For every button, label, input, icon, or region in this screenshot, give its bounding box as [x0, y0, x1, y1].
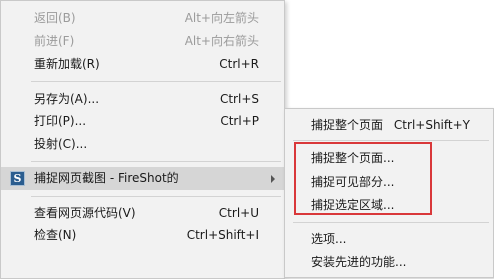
fireshot-submenu: 捕捉整个页面 Ctrl+Shift+Y 捕捉整个页面... 捕捉可见部分... … — [284, 108, 494, 278]
menu-item-inspect[interactable]: 检查(N) Ctrl+Shift+I — [1, 224, 284, 247]
context-menu: 返回(B) Alt+向左箭头 前进(F) Alt+向右箭头 重新加载(R) Ct… — [0, 0, 285, 279]
back-shortcut: Alt+向左箭头 — [184, 11, 259, 25]
reload-label: 重新加载(R) — [34, 57, 100, 71]
print-shortcut: Ctrl+P — [220, 114, 259, 128]
annotation-highlight-box — [294, 142, 432, 215]
forward-label: 前进(F) — [34, 34, 75, 48]
save-as-label: 另存为(A)... — [34, 92, 100, 106]
submenu-arrow-icon — [271, 175, 275, 183]
view-source-label: 查看网页源代码(V) — [34, 206, 136, 220]
menu-item-view-source[interactable]: 查看网页源代码(V) Ctrl+U — [1, 202, 284, 225]
submenu-item-capture-full[interactable]: 捕捉整个页面 Ctrl+Shift+Y — [285, 114, 493, 137]
save-as-shortcut: Ctrl+S — [219, 92, 259, 106]
menu-separator — [31, 81, 281, 82]
inspect-label: 检查(N) — [34, 228, 77, 242]
inspect-shortcut: Ctrl+Shift+I — [186, 228, 259, 242]
menu-separator — [293, 140, 489, 141]
back-label: 返回(B) — [34, 11, 76, 25]
capture-full-label: 捕捉整个页面 — [311, 118, 384, 132]
menu-item-back[interactable]: 返回(B) Alt+向左箭头 — [1, 7, 284, 30]
menu-separator — [31, 161, 281, 162]
capture-full-shortcut: Ctrl+Shift+Y — [393, 118, 470, 132]
menu-separator — [293, 222, 489, 223]
menu-item-cast[interactable]: 投射(C)... — [1, 133, 284, 156]
options-label: 选项... — [311, 232, 347, 246]
menu-separator — [31, 196, 281, 197]
cast-label: 投射(C)... — [34, 137, 88, 151]
menu-item-forward[interactable]: 前进(F) Alt+向右箭头 — [1, 30, 284, 53]
submenu-item-install-advanced[interactable]: 安装先进的功能... — [285, 251, 493, 274]
submenu-item-options[interactable]: 选项... — [285, 228, 493, 251]
view-source-shortcut: Ctrl+U — [218, 206, 259, 220]
menu-item-reload[interactable]: 重新加载(R) Ctrl+R — [1, 53, 284, 76]
forward-shortcut: Alt+向右箭头 — [184, 34, 259, 48]
menu-item-fireshot[interactable]: S 捕捉网页截图 - FireShot的 — [1, 167, 284, 190]
menu-item-print[interactable]: 打印(P)... Ctrl+P — [1, 110, 284, 133]
reload-shortcut: Ctrl+R — [219, 57, 259, 71]
print-label: 打印(P)... — [34, 114, 87, 128]
install-advanced-label: 安装先进的功能... — [311, 255, 407, 269]
fireshot-icon: S — [10, 171, 25, 186]
menu-item-save-as[interactable]: 另存为(A)... Ctrl+S — [1, 88, 284, 111]
fireshot-label: 捕捉网页截图 - FireShot的 — [34, 171, 179, 185]
